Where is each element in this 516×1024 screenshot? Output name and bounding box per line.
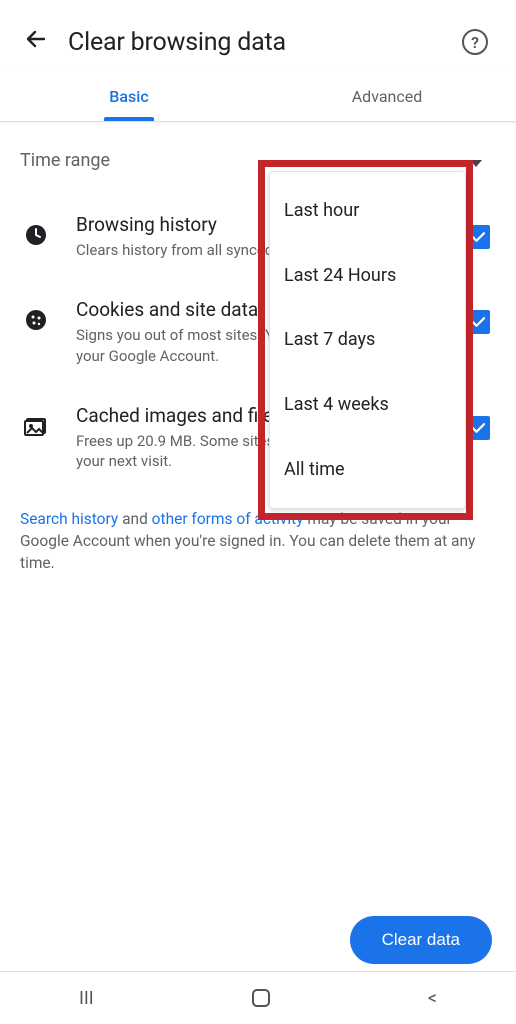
- clear-data-button[interactable]: Clear data: [350, 916, 492, 964]
- cookie-icon: [20, 298, 60, 332]
- tab-advanced-label: Advanced: [352, 87, 423, 106]
- app-header: Clear browsing data ?: [0, 0, 516, 72]
- tab-basic-label: Basic: [109, 87, 148, 106]
- nav-home-icon[interactable]: [252, 989, 270, 1007]
- image-icon: [20, 404, 60, 438]
- time-range-dropdown: Last hour Last 24 Hours Last 7 days Last…: [258, 160, 473, 520]
- dropdown-item[interactable]: Last 4 weeks: [270, 382, 465, 427]
- footnote-text: and: [118, 510, 151, 528]
- dropdown-item[interactable]: Last 24 Hours: [270, 253, 465, 298]
- dropdown-item[interactable]: Last 7 days: [270, 317, 465, 362]
- tab-advanced[interactable]: Advanced: [258, 72, 516, 121]
- action-bar: Clear data: [350, 916, 492, 964]
- back-icon[interactable]: [20, 27, 68, 57]
- page-title: Clear browsing data: [68, 28, 462, 57]
- dropdown-item[interactable]: Last hour: [270, 188, 465, 233]
- clock-icon: [20, 213, 60, 247]
- tab-indicator: [104, 117, 154, 121]
- nav-back-icon[interactable]: <: [428, 988, 437, 1009]
- dropdown-item[interactable]: All time: [270, 447, 465, 492]
- dropdown-menu: Last hour Last 24 Hours Last 7 days Last…: [269, 171, 466, 509]
- nav-recents-icon[interactable]: III: [79, 988, 94, 1009]
- tab-basic[interactable]: Basic: [0, 72, 258, 121]
- link-search-history[interactable]: Search history: [20, 510, 118, 528]
- help-icon[interactable]: ?: [462, 29, 488, 55]
- tabs: Basic Advanced: [0, 72, 516, 122]
- android-navbar: III <: [0, 972, 516, 1024]
